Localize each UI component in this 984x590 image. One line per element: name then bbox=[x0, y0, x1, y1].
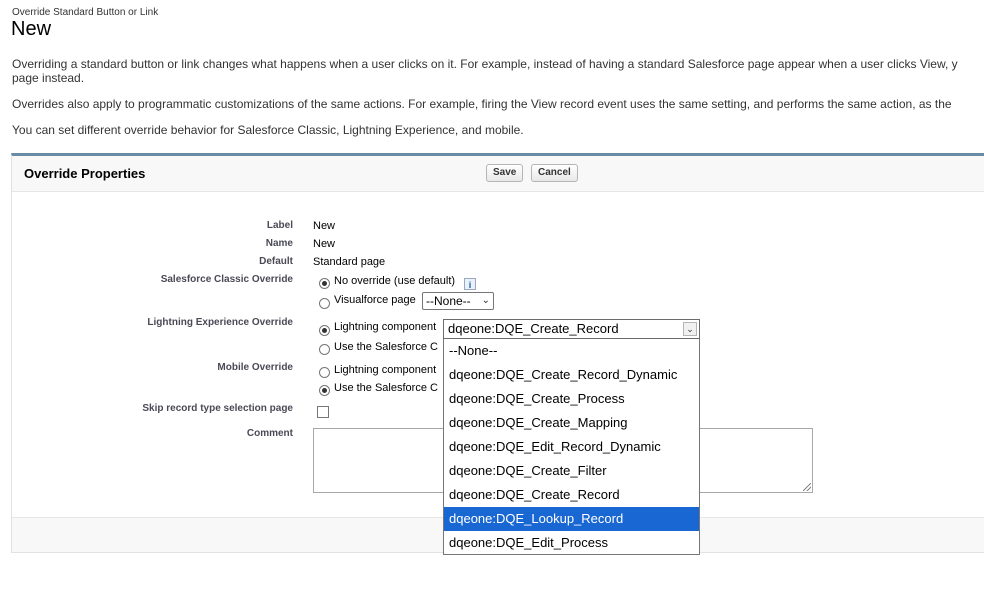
lightning-component-select[interactable]: dqeone:DQE_Create_Record ⌄ bbox=[443, 319, 700, 339]
breadcrumb: Override Standard Button or Link bbox=[12, 7, 159, 18]
lightning-use-salesforce-label: Use the Salesforce C bbox=[334, 341, 438, 353]
description-paragraph-3: You can set different override behavior … bbox=[12, 123, 524, 137]
mobile-override-label: Mobile Override bbox=[217, 362, 293, 373]
chevron-down-icon[interactable]: ⌄ bbox=[683, 322, 697, 336]
comment-label: Comment bbox=[246, 428, 293, 439]
page-title: New bbox=[11, 18, 52, 40]
name-field-value: New bbox=[313, 238, 336, 250]
classic-visualforce-radio[interactable] bbox=[319, 298, 330, 309]
dropdown-option[interactable]: dqeone:DQE_Lookup_Record bbox=[444, 507, 699, 531]
dropdown-option[interactable]: dqeone:DQE_Create_Mapping bbox=[444, 411, 699, 435]
dropdown-option[interactable]: dqeone:DQE_Create_Filter bbox=[444, 459, 699, 483]
lightning-component-radio[interactable] bbox=[319, 325, 330, 336]
mobile-lightning-component-radio[interactable] bbox=[319, 367, 330, 378]
dropdown-option[interactable]: dqeone:DQE_Create_Record_Dynamic bbox=[444, 363, 699, 387]
visualforce-page-select[interactable]: --None-- ⌄ bbox=[422, 292, 494, 310]
lightning-component-label: Lightning component bbox=[334, 321, 437, 333]
lightning-component-options: --None-- dqeone:DQE_Create_Record_Dynamic… bbox=[443, 339, 700, 555]
classic-no-override-radio[interactable] bbox=[319, 278, 330, 289]
dropdown-option[interactable]: --None-- bbox=[444, 339, 699, 363]
default-field-value: Standard page bbox=[313, 256, 386, 268]
mobile-use-salesforce-label: Use the Salesforce C bbox=[334, 382, 438, 394]
classic-visualforce-label: Visualforce page bbox=[334, 294, 416, 306]
description-paragraph-2: Overrides also apply to programmatic cus… bbox=[12, 97, 952, 111]
save-button[interactable]: Save bbox=[486, 164, 524, 182]
name-field-label: Name bbox=[265, 238, 293, 249]
description-paragraph-1-cont: page instead. bbox=[12, 71, 85, 85]
default-field-label: Default bbox=[259, 256, 293, 267]
mobile-lightning-component-label: Lightning component bbox=[334, 364, 437, 376]
classic-no-override-label: No override (use default) bbox=[334, 275, 456, 287]
cancel-button[interactable]: Cancel bbox=[531, 164, 578, 182]
dropdown-option[interactable]: dqeone:DQE_Create_Record bbox=[444, 483, 699, 507]
info-icon[interactable]: i bbox=[464, 278, 476, 290]
skip-record-type-label: Skip record type selection page bbox=[142, 403, 293, 414]
skip-record-type-checkbox[interactable] bbox=[317, 406, 329, 418]
lightning-use-salesforce-radio[interactable] bbox=[319, 344, 330, 355]
description-paragraph-1: Overriding a standard button or link cha… bbox=[12, 57, 958, 71]
dropdown-option[interactable]: dqeone:DQE_Edit_Process bbox=[444, 531, 699, 555]
lightning-select-value: dqeone:DQE_Create_Record bbox=[448, 321, 619, 336]
label-field-label: Label bbox=[266, 220, 293, 231]
mobile-use-salesforce-radio[interactable] bbox=[319, 385, 330, 396]
panel-title: Override Properties bbox=[24, 166, 146, 181]
visualforce-select-value: --None-- bbox=[426, 294, 471, 308]
dropdown-option[interactable]: dqeone:DQE_Create_Process bbox=[444, 387, 699, 411]
chevron-down-icon: ⌄ bbox=[481, 295, 490, 306]
classic-override-label: Salesforce Classic Override bbox=[160, 274, 293, 285]
resize-grip-icon[interactable] bbox=[803, 483, 811, 491]
lightning-override-label: Lightning Experience Override bbox=[147, 317, 293, 328]
label-field-value: New bbox=[313, 220, 336, 232]
dropdown-option[interactable]: dqeone:DQE_Edit_Record_Dynamic bbox=[444, 435, 699, 459]
